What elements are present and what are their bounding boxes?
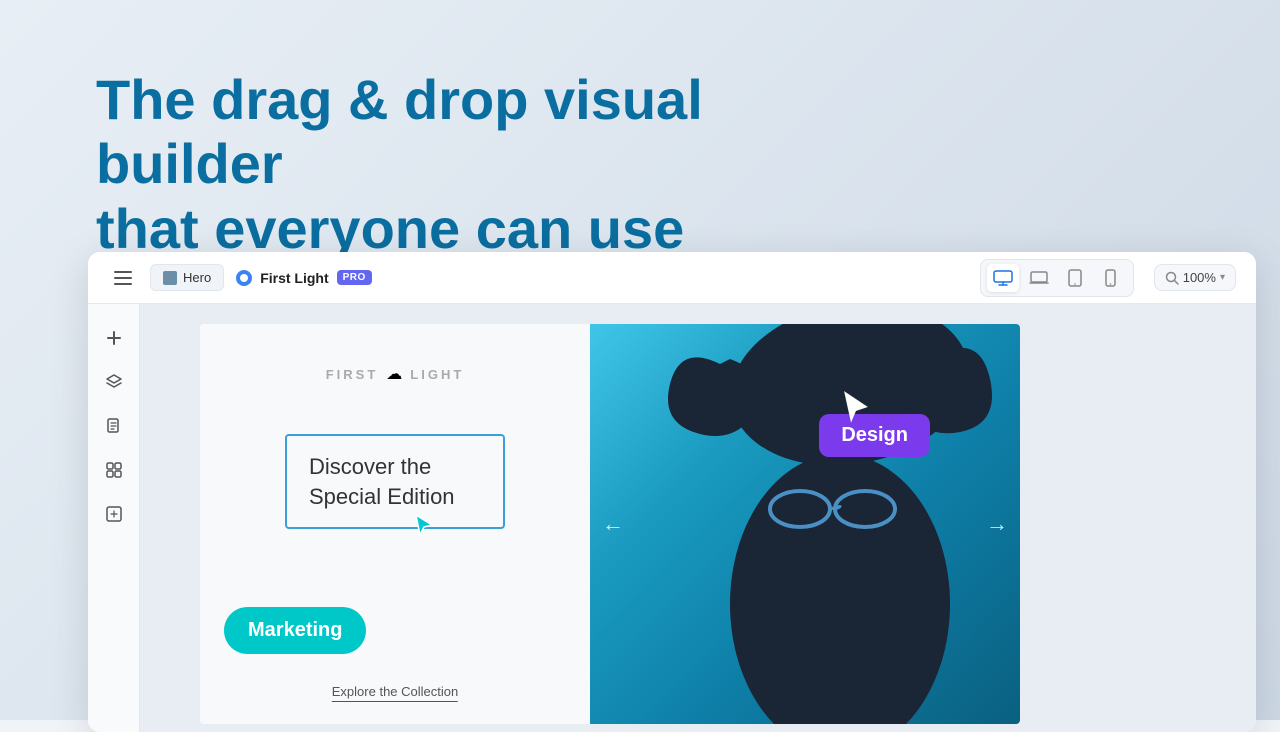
nav-arrow-left-icon: ← — [602, 511, 624, 536]
explore-link[interactable]: Explore the Collection — [332, 684, 458, 702]
project-dot-icon — [236, 270, 252, 286]
hero-title-line2: that everyone can use — [96, 197, 684, 260]
marketing-badge-text: Marketing — [248, 619, 342, 641]
discover-box: Discover the Special Edition — [285, 434, 505, 529]
brand-logo: FIRST ☁ LIGHT — [326, 364, 465, 384]
toolbar-right: 100% ▾ — [980, 259, 1236, 297]
zoom-arrow-icon: ▾ — [1220, 272, 1225, 283]
search-icon — [1165, 271, 1179, 285]
hero-text-block: The drag & drop visual builder that ever… — [96, 68, 776, 261]
marketing-badge[interactable]: Marketing — [224, 607, 366, 654]
add-element-button[interactable] — [96, 320, 132, 356]
hero-title: The drag & drop visual builder that ever… — [96, 68, 776, 261]
nav-arrow-right-icon: → — [986, 511, 1008, 536]
left-sidebar — [88, 304, 140, 732]
canvas-right-panel: ← → Design — [590, 324, 1020, 724]
viewport-desktop-button[interactable] — [987, 264, 1019, 292]
viewport-controls — [980, 259, 1134, 297]
toolbar-left: Hero First Light PRO — [108, 264, 372, 291]
discover-text: Discover the Special Edition — [309, 452, 481, 511]
main-area: FIRST ☁ LIGHT Discover the Special Editi… — [88, 304, 1256, 732]
page-icon — [163, 271, 177, 285]
cursor-arrow-icon — [840, 389, 872, 432]
brand-text-right: LIGHT — [410, 367, 464, 382]
canvas-area: FIRST ☁ LIGHT Discover the Special Editi… — [140, 304, 1256, 732]
image-panel: ← → Design — [590, 324, 1020, 724]
canvas-left-panel: FIRST ☁ LIGHT Discover the Special Editi… — [200, 324, 590, 724]
pages-button[interactable] — [96, 408, 132, 444]
builder-window: Hero First Light PRO — [88, 252, 1256, 732]
layers-button[interactable] — [96, 364, 132, 400]
project-name: First Light — [260, 270, 328, 286]
brand-text-left: FIRST — [326, 367, 379, 382]
carousel-next-button[interactable]: → — [986, 511, 1008, 537]
assets-button[interactable] — [96, 452, 132, 488]
cursor-pointer-icon — [410, 511, 438, 544]
page-tab[interactable]: Hero — [150, 264, 224, 291]
canvas-content: FIRST ☁ LIGHT Discover the Special Editi… — [200, 324, 1020, 724]
brand-icon: ☁ — [386, 364, 402, 384]
project-info: First Light PRO — [236, 270, 372, 286]
design-badge[interactable]: Design — [819, 414, 930, 457]
components-button[interactable] — [96, 496, 132, 532]
viewport-mobile-button[interactable] — [1095, 264, 1127, 292]
viewport-tablet-button[interactable] — [1059, 264, 1091, 292]
carousel-prev-button[interactable]: ← — [602, 511, 624, 537]
hero-title-line1: The drag & drop visual builder — [96, 68, 703, 195]
zoom-control[interactable]: 100% ▾ — [1154, 264, 1236, 291]
viewport-laptop-button[interactable] — [1023, 264, 1055, 292]
zoom-value: 100% — [1183, 270, 1216, 285]
explore-link-text: Explore the Collection — [332, 684, 458, 699]
pro-badge: PRO — [337, 270, 372, 285]
hamburger-button[interactable] — [108, 265, 138, 291]
toolbar: Hero First Light PRO — [88, 252, 1256, 304]
person-silhouette — [590, 324, 1020, 724]
page-tab-label: Hero — [183, 270, 211, 285]
